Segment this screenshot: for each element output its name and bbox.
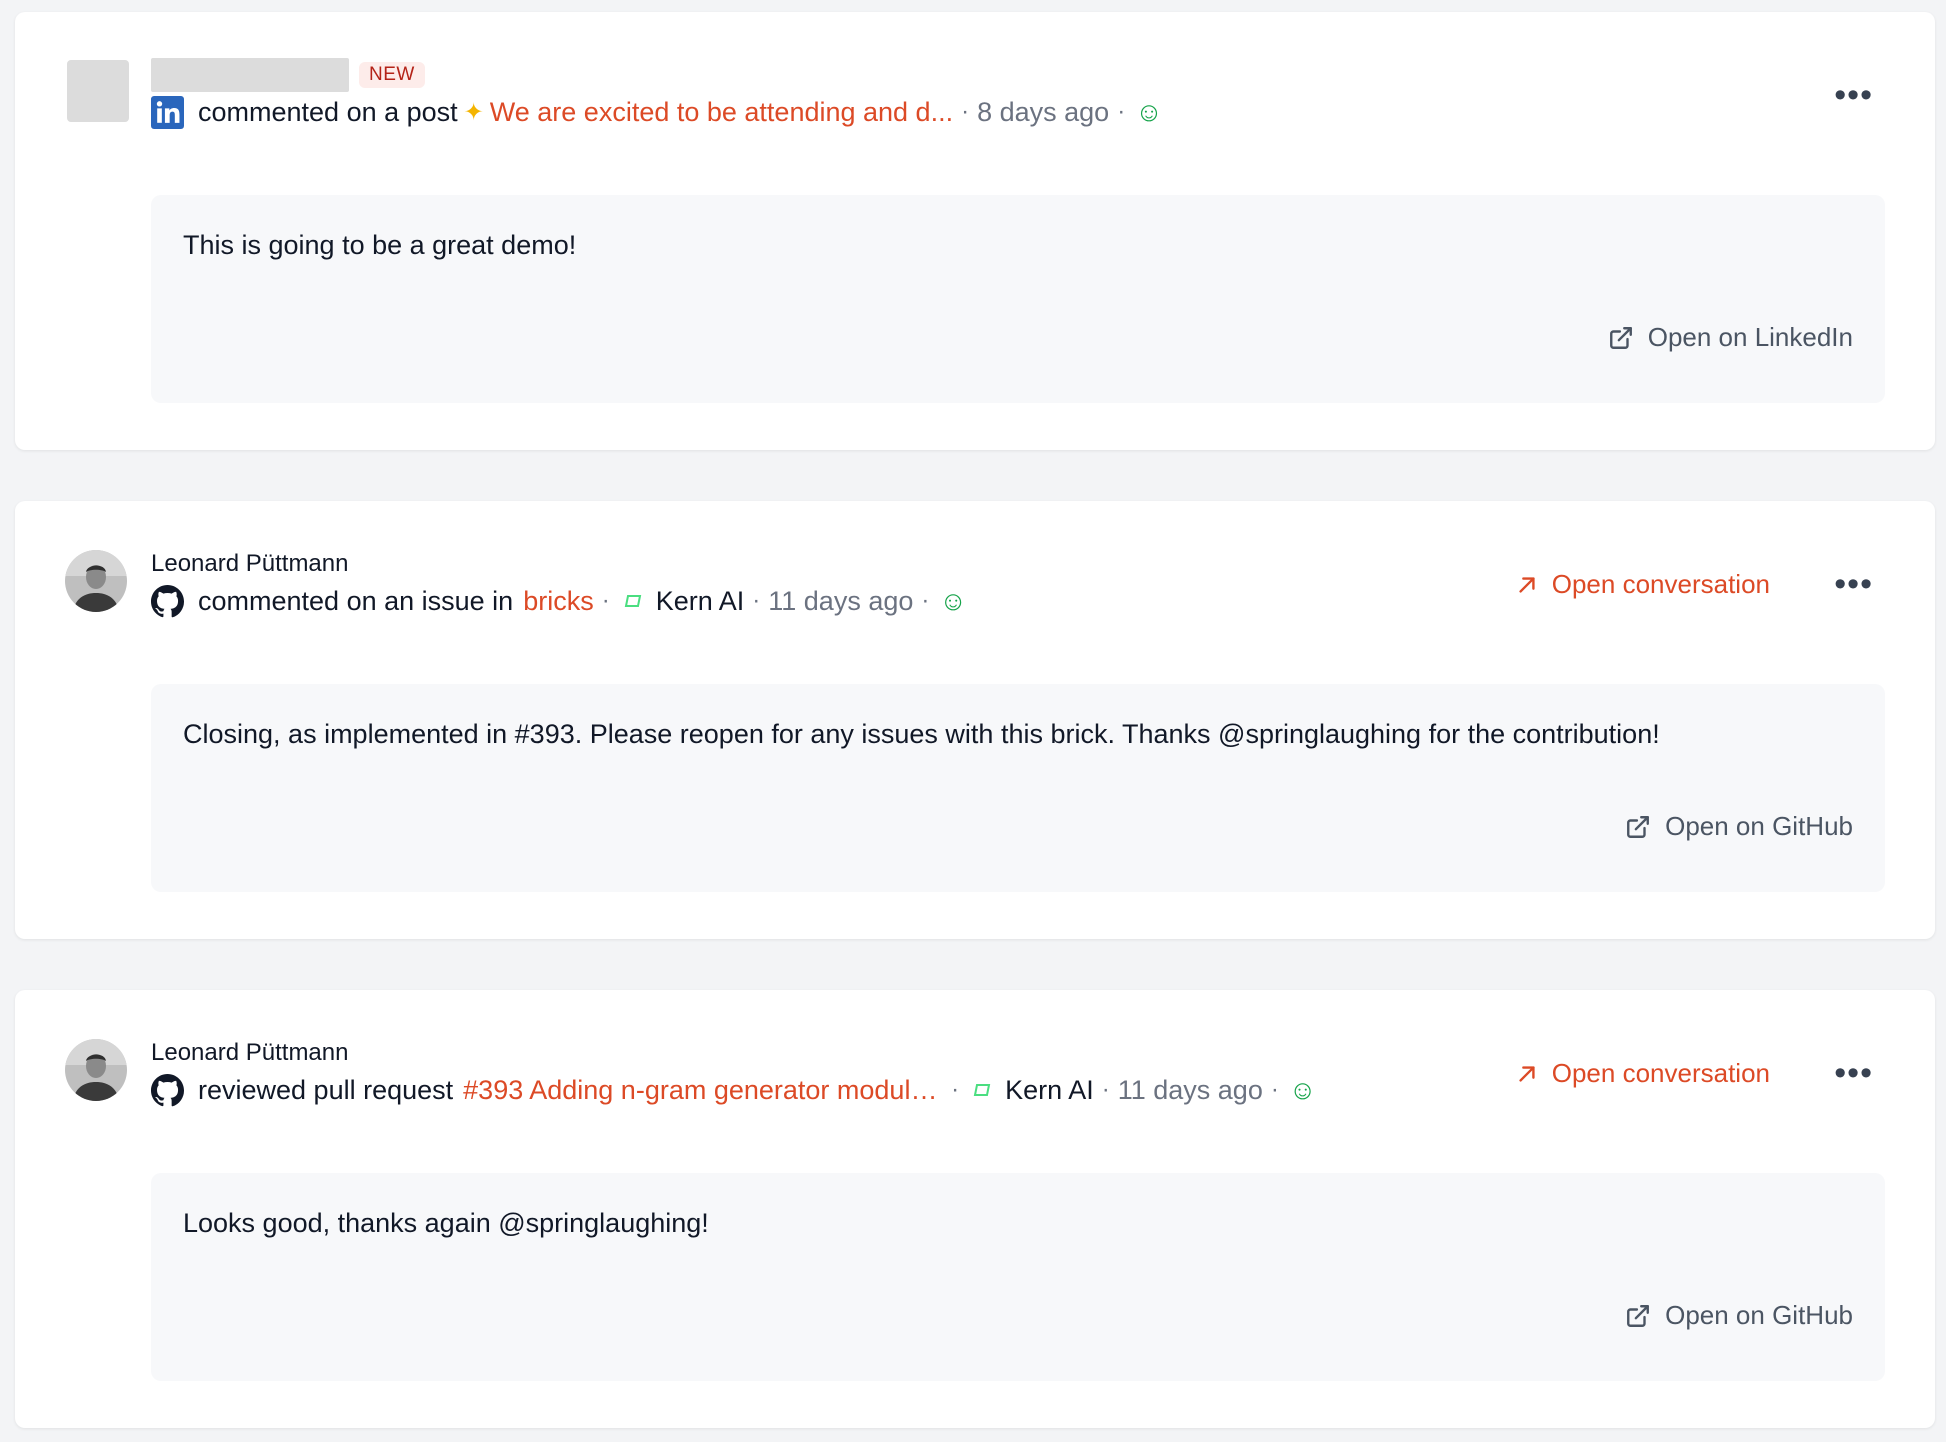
linkedin-icon	[151, 95, 184, 129]
member-name-redacted	[151, 58, 349, 92]
external-link-icon	[1627, 815, 1650, 838]
pull-request-link[interactable]: #393 Adding n-gram generator module ...	[463, 1075, 943, 1106]
more-options-button[interactable]: •••	[1834, 567, 1873, 601]
activity-text: Looks good, thanks again @springlaughing…	[183, 1208, 709, 1238]
activity-card: Leonard Püttmann reviewed pull request #…	[15, 990, 1935, 1428]
open-conversation-button[interactable]: Open conversation	[1516, 1058, 1770, 1089]
activity-body: This is going to be a great demo! Open o…	[151, 195, 1885, 403]
arrow-up-right-icon	[1519, 1065, 1535, 1082]
open-conversation-button[interactable]: Open conversation	[1516, 569, 1770, 600]
avatar	[65, 1039, 127, 1101]
member-name[interactable]: Leonard Püttmann	[151, 550, 348, 578]
open-external-label: Open on LinkedIn	[1647, 322, 1853, 352]
more-options-button[interactable]: •••	[1834, 1056, 1873, 1090]
activity-action: commented on a post	[198, 96, 458, 127]
activity-body: Closing, as implemented in #393. Please …	[151, 684, 1885, 892]
open-external-label: Open on GitHub	[1665, 811, 1853, 841]
activity-time: 11 days ago	[768, 585, 914, 616]
open-external-label: Open on GitHub	[1665, 1300, 1853, 1330]
open-conversation-label: Open conversation	[1551, 1058, 1770, 1088]
open-external-link[interactable]: Open on GitHub	[1625, 1300, 1853, 1331]
open-external-link[interactable]: Open on LinkedIn	[1608, 322, 1853, 353]
activity-action: reviewed pull request	[198, 1074, 454, 1105]
repository-link[interactable]: bricks	[523, 586, 594, 617]
open-external-link[interactable]: Open on GitHub	[1625, 811, 1853, 842]
activity-header: Leonard Püttmann commented on an issue i…	[151, 550, 967, 617]
arrow-up-right-icon	[1519, 576, 1535, 593]
avatar	[67, 60, 129, 122]
new-badge: NEW	[359, 62, 425, 88]
open-conversation-label: Open conversation	[1551, 569, 1770, 599]
org-logo-icon	[973, 1084, 991, 1096]
github-icon	[151, 584, 184, 617]
activity-action: commented on an issue in	[198, 585, 514, 616]
activity-text: This is going to be a great demo!	[183, 230, 577, 260]
post-link[interactable]: We are excited to be attending and d...	[490, 97, 953, 128]
activity-body: Looks good, thanks again @springlaughing…	[151, 1173, 1885, 1381]
smiley-icon: ☺	[1135, 96, 1163, 127]
smiley-icon: ☺	[1288, 1074, 1317, 1105]
sparkle-icon: ✦	[463, 98, 484, 126]
activity-header: NEW commented on a post ✦ We are excited…	[151, 57, 1575, 131]
external-link-icon	[1627, 1304, 1650, 1327]
external-link-icon	[1609, 326, 1632, 349]
activity-text: Closing, as implemented in #393. Please …	[183, 719, 1660, 749]
activity-time: 11 days ago	[1117, 1074, 1263, 1105]
organization-name: Kern AI	[1005, 1074, 1094, 1105]
organization-name: Kern AI	[655, 585, 745, 616]
activity-card: NEW commented on a post ✦ We are excited…	[15, 12, 1935, 450]
smiley-icon: ☺	[939, 585, 967, 616]
activity-header: Leonard Püttmann reviewed pull request #…	[151, 1039, 1317, 1106]
more-options-button[interactable]: •••	[1834, 78, 1873, 112]
avatar	[65, 550, 127, 612]
activity-card: Leonard Püttmann commented on an issue i…	[15, 501, 1935, 939]
activity-time: 8 days ago	[977, 96, 1110, 127]
org-logo-icon	[624, 595, 641, 607]
member-name[interactable]: Leonard Püttmann	[151, 1039, 348, 1067]
github-icon	[151, 1073, 184, 1106]
activity-feed: NEW commented on a post ✦ We are excited…	[0, 0, 1946, 1442]
